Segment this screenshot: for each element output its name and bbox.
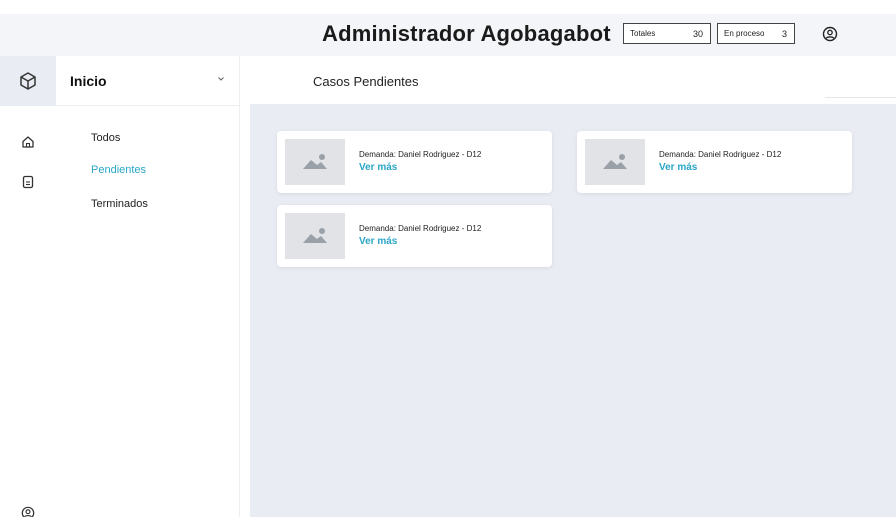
case-card[interactable]: Demanda: Daniel Rodriguez - D12 Ver más <box>577 131 852 193</box>
main-header: Casos Pendientes <box>241 56 896 104</box>
stat-label: En proceso <box>724 29 765 38</box>
app-title: Administrador Agobagabot <box>322 21 611 46</box>
image-placeholder-icon <box>285 213 345 259</box>
content-area: Demanda: Daniel Rodriguez - D12 Ver más … <box>250 104 896 517</box>
card-title: Demanda: Daniel Rodriguez - D12 <box>659 150 782 159</box>
stat-en-proceso: En proceso 3 <box>717 23 795 44</box>
ver-mas-link[interactable]: Ver más <box>659 162 697 173</box>
divider <box>825 97 896 98</box>
user-circle-icon[interactable] <box>20 505 36 517</box>
image-placeholder-icon <box>585 139 645 185</box>
sidebar-section-header[interactable]: Inicio <box>56 56 240 106</box>
stat-value: 3 <box>781 28 787 39</box>
cube-icon <box>20 72 36 90</box>
sidebar-section-title: Inicio <box>70 72 107 89</box>
case-card[interactable]: Demanda: Daniel Rodriguez - D12 Ver más <box>277 131 552 193</box>
sidebar-item-todos[interactable]: Todos <box>91 132 120 144</box>
ver-mas-link[interactable]: Ver más <box>359 236 397 247</box>
stat-value: 30 <box>692 28 703 39</box>
sidebar: Inicio Todos Pendientes Terminados <box>56 56 240 517</box>
logo-area[interactable] <box>0 56 56 106</box>
stat-label: Totales <box>630 29 656 38</box>
user-circle-icon[interactable] <box>822 26 838 42</box>
sidebar-item-pendientes[interactable]: Pendientes <box>91 164 146 176</box>
chevron-down-icon[interactable] <box>216 74 226 84</box>
stat-totales: Totales 30 <box>623 23 711 44</box>
case-card[interactable]: Demanda: Daniel Rodriguez - D12 Ver más <box>277 205 552 267</box>
top-bar: Administrador Agobagabot Totales 30 En p… <box>0 14 896 56</box>
home-icon[interactable] <box>20 134 36 150</box>
card-title: Demanda: Daniel Rodriguez - D12 <box>359 224 482 233</box>
image-placeholder-icon <box>285 139 345 185</box>
page-title: Casos Pendientes <box>313 74 419 89</box>
icon-rail <box>0 56 56 517</box>
ver-mas-link[interactable]: Ver más <box>359 162 397 173</box>
sidebar-item-terminados[interactable]: Terminados <box>91 198 148 210</box>
document-icon[interactable] <box>20 174 36 190</box>
card-title: Demanda: Daniel Rodriguez - D12 <box>359 150 482 159</box>
